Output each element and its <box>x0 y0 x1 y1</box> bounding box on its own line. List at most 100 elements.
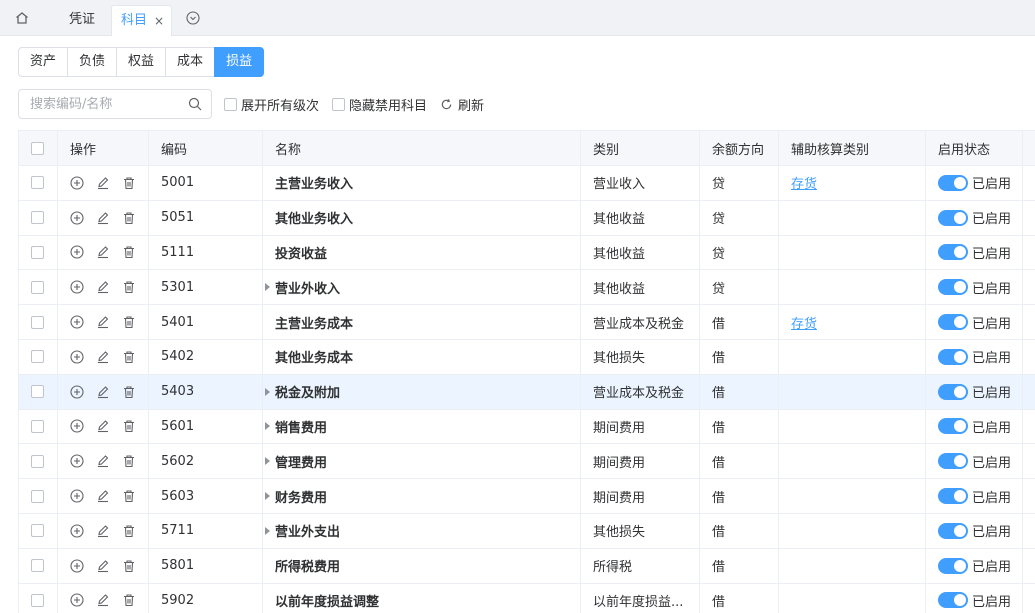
row-checkbox[interactable] <box>31 593 44 607</box>
status-toggle[interactable] <box>938 383 968 400</box>
status-toggle[interactable] <box>938 174 968 191</box>
search-input[interactable] <box>19 90 179 118</box>
edit-icon[interactable] <box>96 280 110 294</box>
row-checkbox[interactable] <box>31 176 44 190</box>
row-checkbox[interactable] <box>31 489 44 503</box>
header-balance-direction[interactable]: 余额方向 <box>700 131 779 165</box>
hide-disabled-checkbox[interactable] <box>332 97 345 111</box>
header-type[interactable]: 类别 <box>581 131 700 165</box>
category-cost-button[interactable]: 成本 <box>165 47 216 77</box>
expand-arrow-icon[interactable] <box>265 492 270 501</box>
hide-disabled-option[interactable]: 隐藏禁用科目 <box>332 96 427 114</box>
edit-icon[interactable] <box>96 245 110 259</box>
delete-icon[interactable] <box>122 524 136 538</box>
tab-voucher[interactable]: 凭证 <box>62 5 102 36</box>
status-toggle[interactable] <box>938 314 968 331</box>
add-child-icon[interactable] <box>70 489 84 503</box>
add-child-icon[interactable] <box>70 176 84 190</box>
category-liabilities-button[interactable]: 负债 <box>67 47 118 77</box>
select-all-checkbox[interactable] <box>31 141 44 155</box>
row-checkbox[interactable] <box>31 385 44 399</box>
add-child-icon[interactable] <box>70 524 84 538</box>
add-child-icon[interactable] <box>70 280 84 294</box>
edit-icon[interactable] <box>96 385 110 399</box>
category-assets-button[interactable]: 资产 <box>18 47 69 77</box>
row-checkbox[interactable] <box>31 454 44 468</box>
delete-icon[interactable] <box>122 593 136 607</box>
table-row[interactable]: 5902 以前年度损益调整 以前年度损益... 借 已启用 <box>18 583 1035 613</box>
tab-accounts[interactable]: 科目 × <box>111 5 172 36</box>
add-child-icon[interactable] <box>70 211 84 225</box>
delete-icon[interactable] <box>122 385 136 399</box>
add-child-icon[interactable] <box>70 385 84 399</box>
expand-arrow-icon[interactable] <box>265 422 270 431</box>
header-status[interactable]: 启用状态 <box>926 131 1023 165</box>
add-child-icon[interactable] <box>70 245 84 260</box>
delete-icon[interactable] <box>122 176 136 190</box>
table-row[interactable]: 5403 税金及附加 营业成本及税金借 已启用 <box>18 374 1035 410</box>
category-profit-loss-button[interactable]: 损益 <box>214 47 265 77</box>
status-toggle[interactable] <box>938 453 968 470</box>
expand-all-checkbox[interactable] <box>224 97 237 111</box>
delete-icon[interactable] <box>122 315 136 329</box>
table-row[interactable]: 5111 投资收益 其他收益贷 已启用 <box>18 235 1035 271</box>
status-toggle[interactable] <box>938 488 968 505</box>
status-toggle[interactable] <box>938 279 968 296</box>
table-row[interactable]: 5711 营业外支出 其他损失借 已启用 <box>18 513 1035 549</box>
expand-arrow-icon[interactable] <box>265 283 270 292</box>
delete-icon[interactable] <box>122 559 136 573</box>
aux-category-link[interactable]: 存货 <box>791 313 817 332</box>
home-icon[interactable] <box>14 10 30 26</box>
add-child-icon[interactable] <box>70 559 84 573</box>
header-code[interactable]: 编码 <box>149 131 263 165</box>
row-checkbox[interactable] <box>31 280 44 294</box>
edit-icon[interactable] <box>96 315 110 329</box>
row-checkbox[interactable] <box>31 524 44 538</box>
add-child-icon[interactable] <box>70 315 84 329</box>
table-row[interactable]: 5602 管理费用 期间费用借 已启用 <box>18 444 1035 480</box>
delete-icon[interactable] <box>122 245 136 259</box>
table-row[interactable]: 5001 主营业务收入 营业收入贷存货 已启用 <box>18 166 1035 201</box>
header-name[interactable]: 名称 <box>263 131 581 165</box>
table-row[interactable]: 5051 其他业务收入 其他收益贷 已启用 <box>18 200 1035 236</box>
edit-icon[interactable] <box>96 593 110 607</box>
delete-icon[interactable] <box>122 454 136 468</box>
edit-icon[interactable] <box>96 524 110 538</box>
row-checkbox[interactable] <box>31 315 44 329</box>
chevron-down-icon[interactable] <box>186 11 200 25</box>
delete-icon[interactable] <box>122 489 136 503</box>
add-child-icon[interactable] <box>70 350 84 364</box>
row-checkbox[interactable] <box>31 211 44 225</box>
edit-icon[interactable] <box>96 211 110 225</box>
close-icon[interactable]: × <box>154 6 164 36</box>
refresh-button[interactable]: 刷新 <box>440 95 484 114</box>
status-toggle[interactable] <box>938 244 968 261</box>
add-child-icon[interactable] <box>70 593 84 608</box>
header-aux-category[interactable]: 辅助核算类别 <box>779 131 926 165</box>
table-row[interactable]: 5603 财务费用 期间费用借 已启用 <box>18 479 1035 514</box>
add-child-icon[interactable] <box>70 419 84 434</box>
status-toggle[interactable] <box>938 348 968 365</box>
delete-icon[interactable] <box>122 280 136 294</box>
edit-icon[interactable] <box>96 350 110 364</box>
edit-icon[interactable] <box>96 176 110 190</box>
table-row[interactable]: 5801 所得税费用 所得税借 已启用 <box>18 548 1035 584</box>
row-checkbox[interactable] <box>31 419 44 433</box>
table-row[interactable]: 5401 主营业务成本 营业成本及税金借存货 已启用 <box>18 305 1035 340</box>
add-child-icon[interactable] <box>70 454 84 468</box>
expand-all-option[interactable]: 展开所有级次 <box>224 96 319 114</box>
status-toggle[interactable] <box>938 418 968 435</box>
row-checkbox[interactable] <box>31 245 44 259</box>
expand-arrow-icon[interactable] <box>265 457 270 466</box>
row-checkbox[interactable] <box>31 350 44 364</box>
category-equity-button[interactable]: 权益 <box>116 47 167 77</box>
row-checkbox[interactable] <box>31 559 44 573</box>
search-icon[interactable] <box>188 97 202 111</box>
status-toggle[interactable] <box>938 557 968 574</box>
delete-icon[interactable] <box>122 211 136 225</box>
table-row[interactable]: 5402 其他业务成本 其他损失借 已启用 <box>18 339 1035 375</box>
delete-icon[interactable] <box>122 419 136 433</box>
delete-icon[interactable] <box>122 350 136 364</box>
status-toggle[interactable] <box>938 592 968 609</box>
aux-category-link[interactable]: 存货 <box>791 173 817 192</box>
